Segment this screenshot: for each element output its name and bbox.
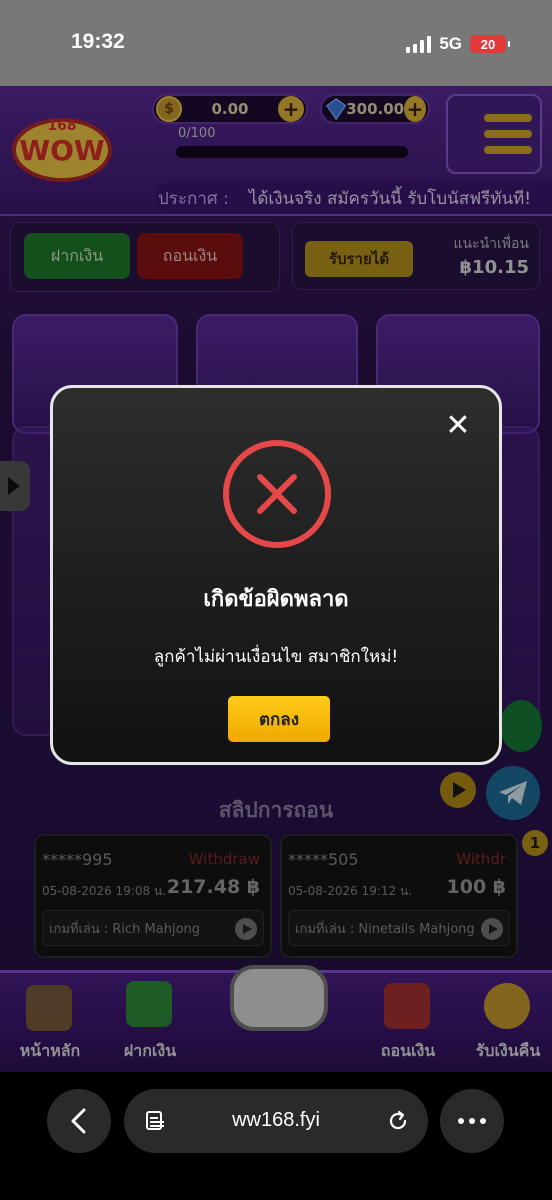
more-dot bbox=[469, 1118, 475, 1124]
status-icons: 5G 20 bbox=[406, 34, 510, 54]
more-dot bbox=[458, 1118, 464, 1124]
url-text: ww168.fyi bbox=[232, 1109, 320, 1131]
error-dialog: ✕ เกิดข้อผิดพลาด ลูกค้าไม่ผ่านเงื่อนไข ส… bbox=[50, 385, 502, 765]
more-button[interactable] bbox=[440, 1089, 504, 1153]
status-bar: 19:32 5G 20 bbox=[0, 0, 552, 86]
address-bar[interactable]: ww168.fyi bbox=[124, 1089, 428, 1153]
battery-icon: 20 bbox=[470, 35, 510, 53]
error-icon bbox=[223, 440, 331, 548]
reload-icon[interactable] bbox=[386, 1109, 410, 1133]
browser-toolbar: ww168.fyi bbox=[0, 1072, 552, 1200]
network-label: 5G bbox=[439, 34, 462, 53]
signal-icon bbox=[406, 35, 432, 53]
dialog-message: ลูกค้าไม่ผ่านเงื่อนไข สมาชิกใหม่! bbox=[153, 647, 399, 667]
back-button[interactable] bbox=[47, 1089, 111, 1153]
ok-button[interactable]: ตกลง bbox=[228, 696, 330, 742]
close-icon[interactable]: ✕ bbox=[443, 408, 473, 443]
dialog-title: เกิดข้อผิดพลาด bbox=[203, 587, 349, 612]
more-dot bbox=[480, 1118, 486, 1124]
battery-level: 20 bbox=[480, 36, 496, 52]
chevron-left-icon bbox=[71, 1108, 86, 1134]
status-time: 19:32 bbox=[71, 30, 125, 53]
